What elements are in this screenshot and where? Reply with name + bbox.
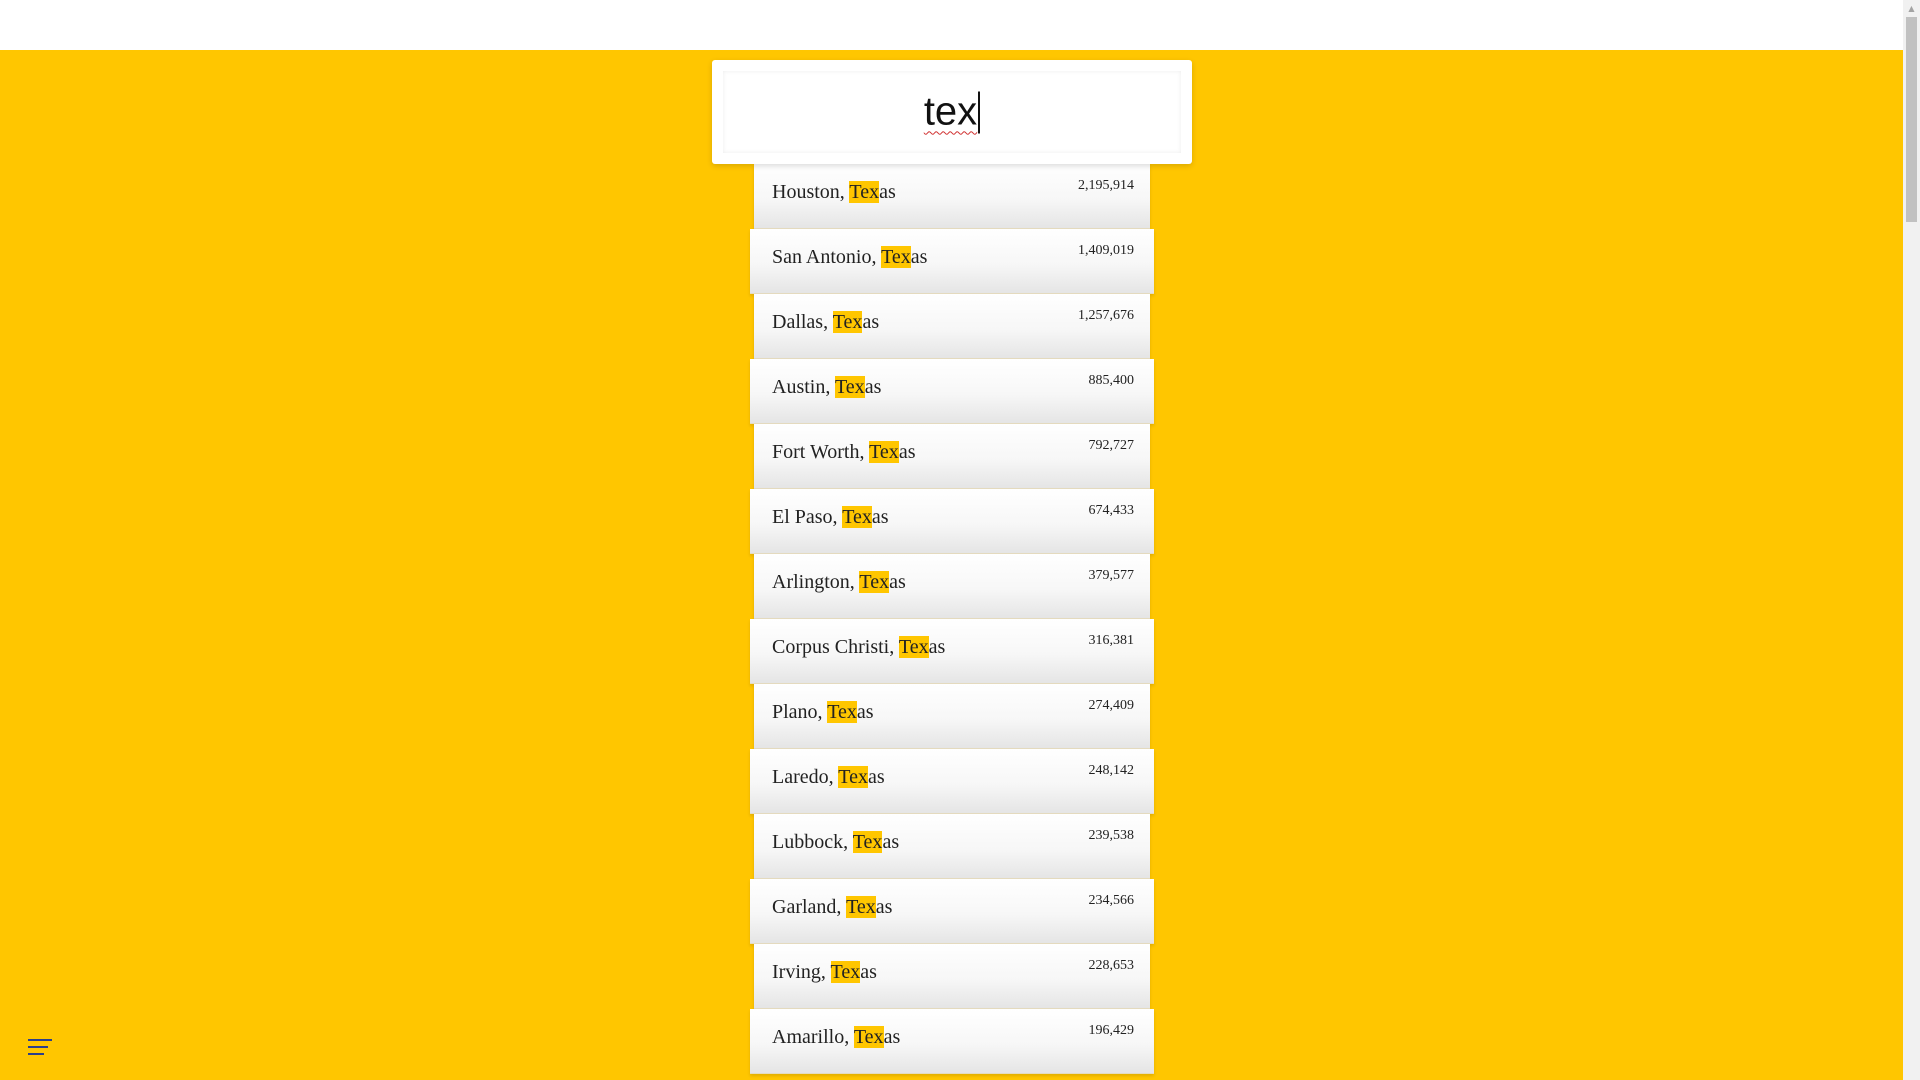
suggestion-population: 228,653 <box>1088 958 1135 973</box>
top-strip <box>0 0 1903 50</box>
city-prefix: Houston, <box>772 181 850 203</box>
search-box: tex <box>712 60 1192 164</box>
suggestion-city-name: Amarillo, Texas <box>772 1026 900 1049</box>
suggestion-city-name: Dallas, Texas <box>772 311 879 334</box>
suggestion-list: Houston, Texas 2,195,914 San Antonio, Texa… <box>750 164 1154 1074</box>
suggestion-item[interactable]: Corpus Christi, Texas 316,381 <box>750 619 1154 684</box>
city-prefix: Plano, <box>772 701 828 723</box>
suggestion-item[interactable]: Fort Worth, Texas 792,727 <box>754 424 1150 489</box>
suggestion-population: 2,195,914 <box>1078 178 1134 193</box>
match-highlight: Tex <box>869 441 899 463</box>
suggestion-city-name: Houston, Texas <box>772 181 896 204</box>
suggestion-item[interactable]: Garland, Texas 234,566 <box>750 879 1154 944</box>
suggestion-population: 1,257,676 <box>1078 308 1134 323</box>
suggestion-item[interactable]: San Antonio, Texas 1,409,019 <box>750 229 1154 294</box>
suggestion-population: 316,381 <box>1088 633 1135 648</box>
city-prefix: Austin, <box>772 376 835 398</box>
match-highlight: Tex <box>827 701 857 723</box>
city-prefix: El Paso, <box>772 506 843 528</box>
suggestion-item[interactable]: Houston, Texas 2,195,914 <box>754 164 1150 229</box>
city-suffix: as <box>871 506 889 528</box>
suggestion-item[interactable]: Lubbock, Texas 239,538 <box>754 814 1150 879</box>
city-suffix: as <box>862 311 880 333</box>
suggestion-city-name: Lubbock, Texas <box>772 831 899 854</box>
suggestion-item[interactable]: Amarillo, Texas 196,429 <box>750 1009 1154 1074</box>
suggestion-city-name: San Antonio, Texas <box>772 246 927 269</box>
suggestion-item[interactable]: Arlington, Texas 379,577 <box>754 554 1150 619</box>
suggestion-item[interactable]: Plano, Texas 274,409 <box>754 684 1150 749</box>
city-prefix: Irving, <box>772 961 831 983</box>
suggestion-city-name: Garland, Texas <box>772 896 892 919</box>
city-suffix: as <box>864 376 882 398</box>
match-highlight: Tex <box>898 636 929 658</box>
match-highlight: Tex <box>859 571 890 593</box>
city-suffix: as <box>889 571 906 593</box>
city-suffix: as <box>879 181 896 203</box>
suggestion-item[interactable]: Laredo, Texas 248,142 <box>750 749 1154 814</box>
match-highlight: Tex <box>842 506 872 528</box>
suggestion-city-name: Arlington, Texas <box>772 571 906 594</box>
city-suffix: as <box>883 1026 901 1048</box>
city-prefix: Laredo, <box>772 766 839 788</box>
suggestion-city-name: Irving, Texas <box>772 961 877 984</box>
city-suffix: as <box>910 246 928 268</box>
city-suffix: as <box>867 766 885 788</box>
suggestion-city-name: El Paso, Texas <box>772 506 889 529</box>
city-suffix: as <box>875 896 893 918</box>
city-prefix: Arlington, <box>772 571 860 593</box>
city-suffix: as <box>856 701 874 723</box>
search-inner: tex <box>723 71 1181 153</box>
match-highlight: Tex <box>832 311 863 333</box>
match-highlight: Tex <box>852 831 883 853</box>
city-suffix: as <box>898 441 916 463</box>
suggestion-population: 196,429 <box>1088 1023 1135 1038</box>
city-prefix: Corpus Christi, <box>772 636 899 658</box>
match-highlight: Tex <box>846 896 876 918</box>
city-prefix: San Antonio, <box>772 246 882 268</box>
suggestion-population: 885,400 <box>1088 373 1135 388</box>
suggestion-population: 234,566 <box>1088 893 1135 908</box>
suggestion-population: 1,409,019 <box>1078 243 1134 258</box>
suggestion-city-name: Corpus Christi, Texas <box>772 636 945 659</box>
scroll-up-arrow-icon[interactable]: ▲ <box>1903 0 1920 17</box>
scroll-thumb[interactable] <box>1906 17 1917 222</box>
suggestion-population: 792,727 <box>1088 438 1135 453</box>
city-prefix: Garland, <box>772 896 847 918</box>
suggestion-item[interactable]: El Paso, Texas 674,433 <box>750 489 1154 554</box>
search-input[interactable] <box>723 71 1181 153</box>
match-highlight: Tex <box>849 181 880 203</box>
match-highlight: Tex <box>881 246 911 268</box>
city-prefix: Fort Worth, <box>772 441 870 463</box>
hamburger-menu-icon[interactable] <box>28 1037 52 1059</box>
suggestion-item[interactable]: Dallas, Texas 1,257,676 <box>754 294 1150 359</box>
suggestion-city-name: Austin, Texas <box>772 376 881 399</box>
suggestion-population: 248,142 <box>1088 763 1135 778</box>
city-prefix: Amarillo, <box>772 1026 854 1048</box>
suggestion-population: 379,577 <box>1088 568 1135 583</box>
scrollbar[interactable]: ▲ <box>1903 0 1920 1080</box>
city-suffix: as <box>860 961 877 983</box>
match-highlight: Tex <box>853 1026 884 1048</box>
suggestion-city-name: Fort Worth, Texas <box>772 441 915 464</box>
match-highlight: Tex <box>830 961 861 983</box>
suggestion-city-name: Plano, Texas <box>772 701 874 724</box>
suggestion-item[interactable]: Irving, Texas 228,653 <box>754 944 1150 1009</box>
city-prefix: Dallas, <box>772 311 833 333</box>
suggestion-population: 674,433 <box>1088 503 1135 518</box>
match-highlight: Tex <box>834 376 865 398</box>
suggestion-item[interactable]: Austin, Texas 885,400 <box>750 359 1154 424</box>
suggestion-population: 239,538 <box>1088 828 1135 843</box>
city-suffix: as <box>928 636 946 658</box>
city-suffix: as <box>882 831 900 853</box>
suggestion-population: 274,409 <box>1088 698 1135 713</box>
city-prefix: Lubbock, <box>772 831 853 853</box>
suggestion-city-name: Laredo, Texas <box>772 766 885 789</box>
match-highlight: Tex <box>838 766 868 788</box>
